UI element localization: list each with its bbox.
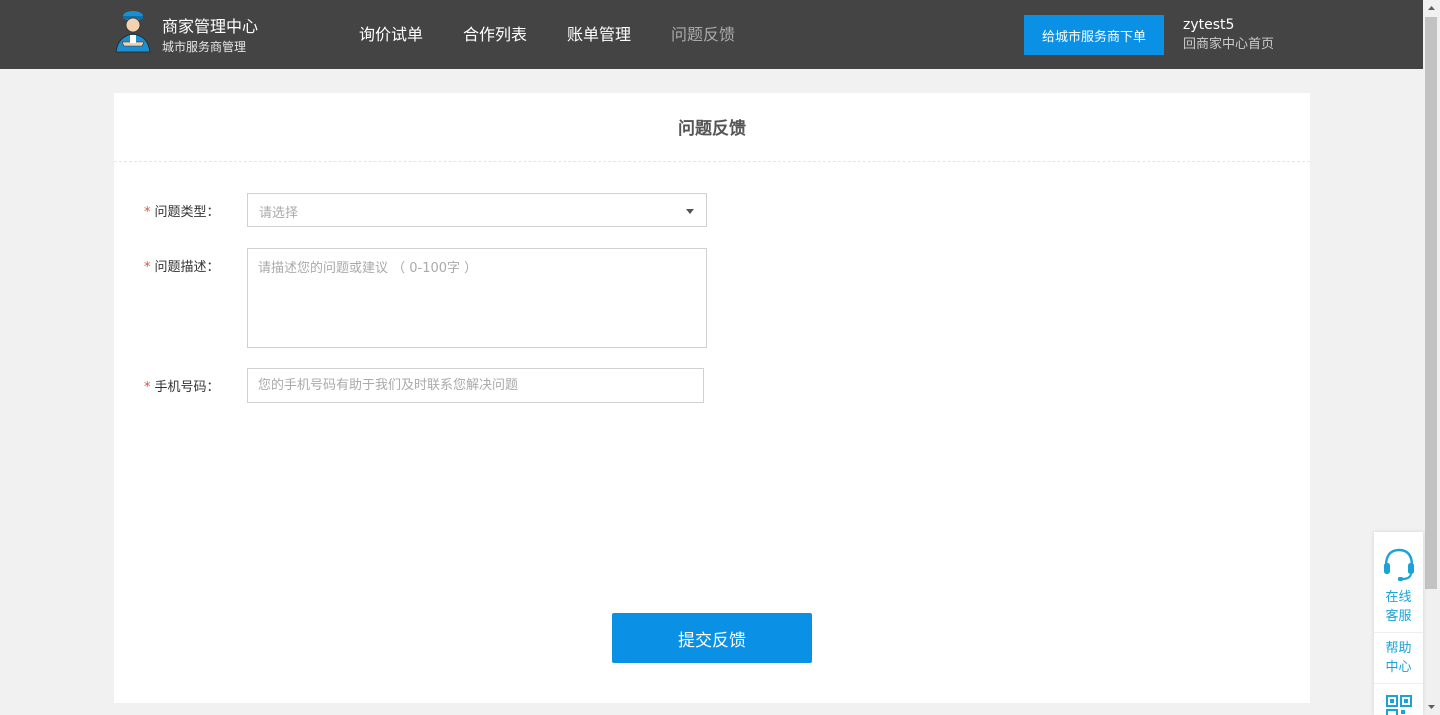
order-for-city-provider-button[interactable]: 给城市服务商下单 bbox=[1024, 15, 1164, 55]
problem-type-placeholder: 请选择 bbox=[259, 206, 299, 221]
phone-number-label: * 手机号码： bbox=[144, 380, 220, 395]
brand-title: 商家管理中心 bbox=[162, 17, 259, 36]
floating-side-widget: 在线客服 帮助中心 bbox=[1374, 532, 1423, 715]
caret-down-icon bbox=[686, 209, 694, 214]
top-header: 商家管理中心 城市服务商管理 询价试单 合作列表 账单管理 问题反馈 给城市服务… bbox=[0, 0, 1423, 69]
phone-number-input[interactable] bbox=[247, 368, 704, 403]
online-service-label: 在线客服 bbox=[1385, 590, 1412, 624]
qr-code-button[interactable] bbox=[1374, 684, 1423, 715]
nav-item-cooperation[interactable]: 合作列表 bbox=[463, 24, 527, 46]
qr-code-icon bbox=[1385, 695, 1412, 715]
problem-type-label: * 问题类型： bbox=[144, 205, 220, 220]
nav-item-feedback[interactable]: 问题反馈 bbox=[671, 24, 735, 46]
problem-description-textarea[interactable] bbox=[247, 248, 707, 348]
scroll-up-arrow-icon[interactable] bbox=[1423, 0, 1440, 17]
online-service-button[interactable]: 在线客服 bbox=[1374, 532, 1423, 633]
page-title: 问题反馈 bbox=[114, 93, 1310, 162]
nav-item-inquiry[interactable]: 询价试单 bbox=[359, 24, 423, 46]
help-center-label: 帮助中心 bbox=[1385, 641, 1412, 675]
feedback-card: 问题反馈 *问题类型： 请选择 *问题描述： *手机号码： 提交反馈 bbox=[114, 93, 1310, 703]
page-scrollbar[interactable] bbox=[1423, 0, 1440, 715]
scroll-down-arrow-icon[interactable] bbox=[1423, 698, 1440, 715]
main-nav: 询价试单 合作列表 账单管理 问题反馈 bbox=[359, 24, 775, 46]
nav-item-billing[interactable]: 账单管理 bbox=[567, 24, 631, 46]
brand-subtitle: 城市服务商管理 bbox=[162, 40, 247, 54]
required-mark: * bbox=[144, 260, 151, 275]
merchant-logo-icon[interactable] bbox=[112, 8, 154, 54]
headset-icon bbox=[1383, 548, 1414, 581]
problem-type-select[interactable]: 请选择 bbox=[247, 193, 707, 227]
back-to-merchant-home-link[interactable]: 回商家中心首页 bbox=[1183, 37, 1274, 53]
help-center-button[interactable]: 帮助中心 bbox=[1374, 633, 1423, 684]
submit-feedback-button[interactable]: 提交反馈 bbox=[612, 613, 812, 663]
required-mark: * bbox=[144, 380, 151, 395]
problem-description-label: * 问题描述： bbox=[144, 260, 220, 275]
username: zytest5 bbox=[1183, 17, 1235, 33]
required-mark: * bbox=[144, 205, 151, 220]
scrollbar-thumb[interactable] bbox=[1425, 17, 1437, 589]
